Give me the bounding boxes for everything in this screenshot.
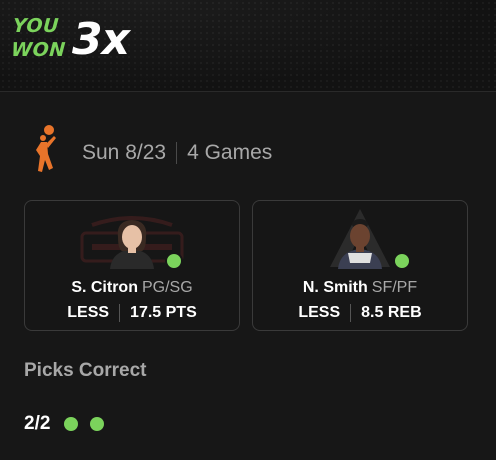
player-position: SF/PF <box>371 279 418 296</box>
player-info: N. Smith SF/PF <box>253 278 467 298</box>
player-avatar <box>338 219 382 269</box>
pick-divider <box>119 304 121 322</box>
player-name: N. Smith <box>302 279 368 296</box>
pick-divider <box>350 304 352 322</box>
pick-card-citron[interactable]: S. Citron PG/SG LESS 17.5 PTS <box>24 200 240 331</box>
game-header: Sun 8/23 4 Games <box>82 139 272 167</box>
payout-multiplier: 3x <box>72 14 130 65</box>
picks-correct-count: 2/2 <box>24 413 51 434</box>
you-won-label: YOU WON <box>10 14 68 62</box>
pick-line-value: 8.5 REB <box>361 304 422 321</box>
pick-direction: LESS <box>298 304 341 321</box>
correct-indicator-icon <box>393 252 411 270</box>
won-text: WON <box>10 39 67 61</box>
wnba-logo-icon <box>36 125 56 172</box>
pick-result-dot <box>64 417 79 431</box>
player-avatar <box>110 220 154 269</box>
header-divider <box>176 142 178 164</box>
you-text: YOU <box>12 15 60 37</box>
picks-correct-title: Picks Correct <box>24 360 147 381</box>
picks-correct-summary: 2/2 <box>24 413 116 435</box>
player-position: PG/SG <box>141 279 193 296</box>
pick-projection: LESS 8.5 REB <box>253 303 467 323</box>
pick-result-dot <box>90 417 105 431</box>
pick-direction: LESS <box>67 304 110 321</box>
player-name: S. Citron <box>71 279 138 296</box>
game-count: 4 Games <box>187 141 273 164</box>
player-info: S. Citron PG/SG <box>25 278 239 298</box>
pick-card-smith[interactable]: N. Smith SF/PF LESS 8.5 REB <box>252 200 468 331</box>
correct-indicator-icon <box>165 252 183 270</box>
game-date: Sun 8/23 <box>82 141 167 164</box>
pick-line-value: 17.5 PTS <box>130 304 197 321</box>
pick-projection: LESS 17.5 PTS <box>25 303 239 323</box>
